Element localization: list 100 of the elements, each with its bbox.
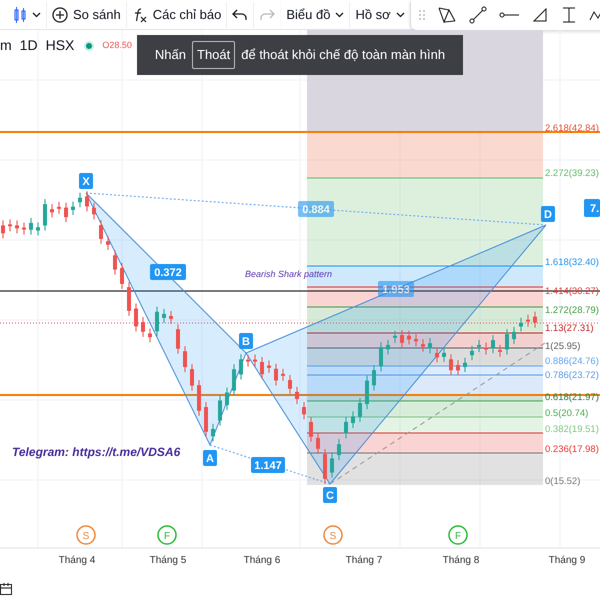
candle xyxy=(211,423,215,442)
measure-icon[interactable] xyxy=(560,6,577,24)
candle xyxy=(449,354,453,376)
candle xyxy=(8,218,12,232)
fib-level-label: 0.886(24.76) xyxy=(545,356,599,367)
chevron-down-icon xyxy=(335,12,344,18)
candle xyxy=(407,330,411,345)
candle xyxy=(92,202,96,220)
candle xyxy=(113,250,117,276)
fib-level-label: 1(25.95) xyxy=(545,341,580,352)
candle xyxy=(533,311,537,328)
candle xyxy=(519,317,523,332)
chevron-down-icon xyxy=(396,12,405,18)
candle xyxy=(204,402,208,438)
candles-icon xyxy=(13,6,27,24)
candle xyxy=(120,262,124,290)
candle xyxy=(260,356,264,380)
month-label: Tháng 6 xyxy=(244,555,280,566)
fib-level-label: 0.786(23.72) xyxy=(545,370,599,381)
candle xyxy=(330,452,334,478)
candle xyxy=(302,402,306,420)
candle xyxy=(309,416,313,442)
point-label: B xyxy=(239,333,253,349)
candle xyxy=(36,222,40,236)
candle xyxy=(197,380,201,416)
candle xyxy=(190,364,194,392)
candle xyxy=(253,354,257,368)
candle xyxy=(491,334,495,354)
candle xyxy=(29,217,33,236)
price-label: 7. xyxy=(584,199,600,217)
candle xyxy=(428,338,432,354)
candle xyxy=(386,339,390,355)
fib-level-label: 0.236(17.98) xyxy=(545,444,599,455)
toast-text: để thoát khỏi chế độ toàn màn hình xyxy=(241,46,446,64)
chevron-down-icon xyxy=(32,12,41,18)
plus-circle-icon xyxy=(52,6,68,22)
fib-level-label: 2.272(39.23) xyxy=(545,168,599,179)
fib-level-label: 1.13(27.31) xyxy=(545,323,594,334)
horizontal-ray-icon[interactable] xyxy=(498,10,519,18)
calendar-icon[interactable] xyxy=(0,582,12,596)
ratio-label: 1.953 xyxy=(378,281,414,297)
candle xyxy=(498,344,502,358)
candle xyxy=(274,363,278,386)
candle xyxy=(155,306,159,337)
point-label: X xyxy=(79,173,93,189)
candle xyxy=(456,360,460,376)
exchange-text: HSX xyxy=(46,36,74,55)
fib-level-label: 1.618(32.40) xyxy=(545,257,599,268)
symbol-text: m xyxy=(0,36,12,55)
candle xyxy=(1,220,5,239)
fib-level-label: 1.272(28.79) xyxy=(545,305,599,316)
candle xyxy=(281,368,285,382)
interval-text: 1D xyxy=(20,36,38,55)
candle xyxy=(239,354,243,380)
candle xyxy=(134,303,138,332)
month-label: Tháng 7 xyxy=(346,555,382,566)
compare-button[interactable]: So sánh xyxy=(47,2,127,28)
candle xyxy=(295,386,299,405)
candle xyxy=(442,347,446,362)
undo-icon xyxy=(232,8,248,22)
candle xyxy=(337,438,341,461)
pattern-tool-icon[interactable] xyxy=(436,4,457,24)
fib-level-label: 0.5(20.74) xyxy=(545,408,588,419)
candle xyxy=(71,201,75,216)
candle xyxy=(463,357,467,373)
candle xyxy=(512,326,516,345)
indicators-button[interactable]: Các chỉ báo xyxy=(126,2,228,28)
menu-button[interactable]: Biểu đồ xyxy=(281,2,350,28)
candle xyxy=(421,338,425,352)
pattern-title: Bearish Shark pattern xyxy=(245,269,332,279)
candle xyxy=(148,328,152,343)
candle xyxy=(393,330,397,344)
candle xyxy=(85,190,89,212)
exit-key[interactable]: Thoát xyxy=(192,41,236,69)
fib-level-label: 0.382(19.51) xyxy=(545,424,599,435)
ratio-label: 0.884 xyxy=(298,201,334,217)
candle xyxy=(225,386,229,411)
candle xyxy=(414,334,418,347)
candle xyxy=(15,220,19,234)
telegram-note: Telegram: https://t.me/VDSA6 xyxy=(12,445,180,459)
candle xyxy=(43,198,47,231)
candle xyxy=(64,202,68,223)
candle xyxy=(323,448,327,484)
candle xyxy=(162,308,166,324)
month-label: Tháng 5 xyxy=(150,555,186,566)
candle xyxy=(267,360,271,374)
point-label: C xyxy=(323,487,337,503)
fib-level-label: 0(15.52) xyxy=(545,476,580,487)
candle xyxy=(358,397,362,422)
candle xyxy=(232,364,236,396)
candle xyxy=(435,347,439,363)
candle xyxy=(22,222,26,236)
candle xyxy=(288,374,292,394)
candle xyxy=(526,314,530,328)
grip-icon[interactable] xyxy=(418,8,425,20)
candle xyxy=(106,236,110,250)
candle xyxy=(50,204,54,218)
trend-line-icon[interactable] xyxy=(468,6,487,24)
triangle-tool-icon[interactable] xyxy=(530,6,549,24)
point-label: D xyxy=(541,206,555,222)
